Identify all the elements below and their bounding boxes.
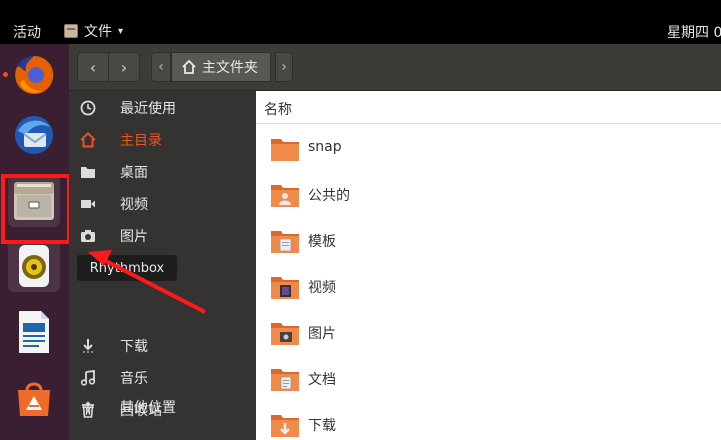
files-window: ‹ › ‹ 主文件夹 › 最近使用 主目录 桌面 视频 图片 下载 音乐 回收站… [69, 44, 721, 440]
forward-button[interactable]: › [108, 52, 140, 82]
music-icon [79, 369, 97, 387]
path-scroll-right[interactable]: › [275, 52, 293, 82]
chevron-right-icon: › [281, 59, 287, 75]
activities-button[interactable]: 活动 [13, 22, 41, 42]
home-icon [79, 131, 97, 149]
file-name: 下载 [308, 418, 336, 434]
app-menu-label: 文件 [84, 24, 112, 40]
firefox-icon [15, 55, 54, 94]
list-item[interactable]: 模板 [256, 218, 721, 264]
sidebar-item-label: 桌面 [120, 165, 148, 181]
highlight-box [1, 174, 71, 244]
sidebar-item-label: 最近使用 [120, 101, 176, 117]
list-item[interactable]: 图片 [256, 310, 721, 356]
top-bar: 活动 文件 ▾ 星期四 0 [0, 0, 721, 44]
chevron-left-icon: ‹ [89, 57, 97, 77]
home-icon [182, 60, 196, 74]
app-menu[interactable]: 文件 ▾ [64, 21, 123, 41]
camera-icon [79, 227, 97, 245]
folder-templates-icon [271, 231, 299, 253]
folder-icon [271, 139, 299, 161]
clock[interactable]: 星期四 0 [667, 22, 721, 42]
file-name: 图片 [308, 326, 336, 342]
rhythmbox-icon [19, 245, 49, 287]
sidebar-item-label: 主目录 [120, 133, 162, 149]
files-app-icon [64, 24, 78, 38]
path-scroll-left[interactable]: ‹ [151, 52, 171, 82]
plus-icon: + [80, 396, 96, 418]
sidebar-item-downloads-row[interactable]: 下载 [69, 330, 256, 362]
sidebar-item-label: 图片 [120, 229, 148, 245]
sidebar-item-videos[interactable]: 视频 [69, 188, 256, 220]
clock-icon [79, 99, 97, 117]
folder-icon [79, 163, 97, 181]
sidebar-item-home[interactable]: 主目录 [69, 124, 256, 156]
file-list: 名称 snap 公共的 模板 视频 图片 文档 下载 [256, 91, 721, 440]
column-header-name[interactable]: 名称 [256, 91, 721, 124]
sidebar-item-music[interactable]: 音乐 [69, 362, 256, 394]
libreoffice-writer-icon [19, 311, 49, 353]
list-item[interactable]: snap [256, 126, 721, 172]
thunderbird-icon [15, 116, 53, 154]
back-button[interactable]: ‹ [77, 52, 109, 82]
download-icon [79, 337, 97, 355]
folder-documents-icon [271, 369, 299, 391]
chevron-down-icon: ▾ [118, 25, 124, 37]
video-icon [79, 195, 97, 213]
header-bar: ‹ › ‹ 主文件夹 › [69, 44, 721, 91]
sidebar-item-label: 其他位置 [120, 400, 176, 416]
file-name: 公共的 [308, 188, 350, 204]
folder-download-icon [271, 415, 299, 437]
folder-pictures-icon [271, 323, 299, 345]
dock-item-firefox[interactable] [8, 49, 60, 101]
sidebar-item-other-locations[interactable]: + 其他位置 [69, 391, 256, 423]
ubuntu-software-icon [18, 382, 50, 416]
sidebar-item-label: 视频 [120, 197, 148, 213]
folder-videos-icon [271, 277, 299, 299]
chevron-right-icon: › [120, 57, 128, 77]
dock-item-rhythmbox[interactable] [8, 240, 60, 292]
file-name: 模板 [308, 234, 336, 250]
sidebar-item-pictures[interactable]: 图片 [69, 220, 256, 252]
file-name: snap [308, 139, 342, 155]
column-header-label: 名称 [264, 102, 292, 118]
file-name: 视频 [308, 280, 336, 296]
sidebar-item-desktop[interactable]: 桌面 [69, 156, 256, 188]
path-home-button[interactable]: 主文件夹 [171, 52, 271, 82]
file-name: 文档 [308, 372, 336, 388]
folder-public-icon [271, 185, 299, 207]
list-item[interactable]: 公共的 [256, 172, 721, 218]
path-location-label: 主文件夹 [202, 60, 258, 76]
list-item[interactable]: 文档 [256, 356, 721, 402]
dock-item-writer[interactable] [8, 306, 60, 358]
chevron-left-icon: ‹ [158, 59, 164, 75]
dock-item-thunderbird[interactable] [8, 109, 60, 161]
sidebar-item-label: 下载 [120, 339, 148, 355]
list-item[interactable]: 下载 [256, 402, 721, 440]
sidebar-item-recent[interactable]: 最近使用 [69, 92, 256, 124]
dock-tooltip: Rhythmbox [77, 255, 177, 281]
list-item[interactable]: 视频 [256, 264, 721, 310]
dock-item-software[interactable] [8, 372, 60, 424]
sidebar-item-label: 音乐 [120, 371, 148, 387]
